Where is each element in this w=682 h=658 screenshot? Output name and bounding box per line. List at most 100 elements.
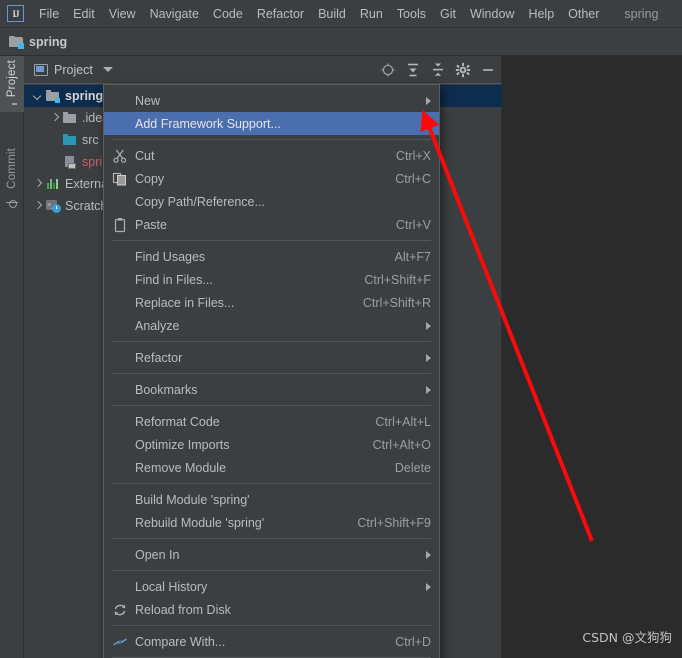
context-menu-item-shortcut: Ctrl+D (395, 634, 431, 649)
gear-icon[interactable] (455, 62, 471, 78)
hide-panel-icon[interactable] (480, 62, 496, 78)
collapse-all-icon[interactable] (430, 62, 446, 78)
menu-label: View (108, 6, 136, 21)
expand-all-icon[interactable] (405, 62, 421, 78)
breadcrumb-spring[interactable]: spring (9, 35, 67, 49)
context-menu-item[interactable]: Paste Ctrl+V (104, 213, 439, 236)
project-panel-actions (380, 56, 496, 84)
menu-item-icon-placeholder (112, 295, 128, 311)
menu-build[interactable]: Build (311, 4, 353, 24)
context-menu-item[interactable]: Find Usages Alt+F7 (104, 245, 439, 268)
menu-tools[interactable]: Tools (390, 4, 433, 24)
menu-label: Other (568, 6, 600, 21)
menu-code[interactable]: Code (206, 4, 250, 24)
context-menu-item[interactable]: Compare With... Ctrl+D (104, 630, 439, 653)
context-menu-item[interactable]: Local History (104, 575, 439, 598)
context-menu-item[interactable]: Reload from Disk (104, 598, 439, 621)
main-menu-bar: IJ File Edit View Navigate Code Refactor Build… (0, 0, 682, 28)
menu-label: Git (439, 6, 456, 21)
menu-separator (112, 240, 431, 241)
context-menu-item[interactable]: Optimize Imports Ctrl+Alt+O (104, 433, 439, 456)
menu-item-icon-placeholder (112, 272, 128, 288)
context-menu-item-shortcut: Delete (394, 460, 431, 475)
context-menu-item[interactable]: Cut Ctrl+X (104, 144, 439, 167)
select-opened-file-icon[interactable] (380, 62, 396, 78)
folder-icon (62, 111, 78, 125)
context-menu-item-label: New (135, 93, 161, 108)
context-menu-item[interactable]: Reformat Code Ctrl+Alt+L (104, 410, 439, 433)
context-menu-item[interactable]: Bookmarks (104, 378, 439, 401)
chevron-down-icon[interactable] (32, 91, 43, 102)
compare-icon (112, 634, 128, 650)
cut-scissors-icon (112, 148, 128, 164)
chevron-right-icon (426, 550, 431, 559)
context-menu-item-shortcut: Ctrl+Alt+O (372, 437, 431, 452)
menu-item-icon-placeholder (112, 460, 128, 476)
menu-item-icon-placeholder (112, 492, 128, 508)
context-menu-item-label: Find in Files... (135, 272, 213, 287)
context-menu-item-label: Bookmarks (135, 382, 198, 397)
context-menu-item-label: Open In (135, 547, 180, 562)
menu-label: Navigate (149, 6, 199, 21)
menu-help[interactable]: Help (521, 4, 561, 24)
chevron-right-icon[interactable] (32, 201, 43, 212)
context-menu-item[interactable]: Open In (104, 543, 439, 566)
context-menu-item[interactable]: Rebuild Module 'spring' Ctrl+Shift+F9 (104, 511, 439, 534)
external-libraries-icon (45, 177, 61, 191)
context-menu-item-label: Build Module 'spring' (135, 492, 250, 507)
menu-separator (112, 373, 431, 374)
context-menu-item-label: Find Usages (135, 249, 206, 264)
context-menu-item-label: Paste (135, 217, 167, 232)
menu-item-icon-placeholder (112, 547, 128, 563)
menu-refactor[interactable]: Refactor (250, 4, 311, 24)
context-menu-item-label: Add Framework Support... (135, 116, 281, 131)
watermark: CSDN @文狗狗 (582, 630, 672, 645)
chevron-right-icon (426, 385, 431, 394)
sidebar-item-commit[interactable]: Commit (0, 144, 24, 216)
menu-run[interactable]: Run (353, 4, 390, 24)
menu-file[interactable]: File (32, 4, 66, 24)
menu-item-icon-placeholder (112, 350, 128, 366)
menu-edit[interactable]: Edit (66, 4, 102, 24)
chevron-right-icon[interactable] (49, 113, 60, 124)
context-menu-item-label: Reload from Disk (135, 602, 231, 617)
context-menu-item[interactable]: Remove Module Delete (104, 456, 439, 479)
context-menu-item[interactable]: Refactor (104, 346, 439, 369)
context-menu-item[interactable]: Find in Files... Ctrl+Shift+F (104, 268, 439, 291)
menu-item-icon-placeholder (112, 116, 128, 132)
commit-icon (6, 197, 18, 209)
context-menu-item-label: Compare With... (135, 634, 226, 649)
scratches-icon (45, 199, 61, 213)
menu-view[interactable]: View (102, 4, 143, 24)
context-menu-item[interactable]: Build Module 'spring' (104, 488, 439, 511)
menu-window[interactable]: Window (463, 4, 521, 24)
menu-navigate[interactable]: Navigate (143, 4, 206, 24)
menu-other[interactable]: Other (561, 4, 606, 24)
context-menu-item[interactable]: Copy Ctrl+C (104, 167, 439, 190)
context-menu-item[interactable]: New (104, 89, 439, 112)
context-menu-item-shortcut: Ctrl+Shift+F (364, 272, 431, 287)
menu-git[interactable]: Git (433, 4, 463, 24)
module-badge-icon (18, 42, 24, 49)
sidebar-item-project[interactable]: Project (0, 56, 24, 113)
chevron-down-icon[interactable] (102, 67, 113, 72)
context-menu-item[interactable]: Analyze (104, 314, 439, 337)
chevron-right-icon[interactable] (32, 179, 43, 190)
context-menu-item-label: Cut (135, 148, 155, 163)
intellij-idea-window: IJ File Edit View Navigate Code Refactor Build… (0, 0, 682, 658)
context-menu-item-label: Replace in Files... (135, 295, 235, 310)
context-menu-item-label: Analyze (135, 318, 180, 333)
tree-node-label: src (82, 133, 99, 147)
menu-separator (112, 538, 431, 539)
context-menu-item[interactable]: Add Framework Support... (104, 112, 439, 135)
menu-label: Window (469, 6, 515, 21)
menu-separator (112, 570, 431, 571)
menu-item-icon-placeholder (112, 414, 128, 430)
module-badge-icon (55, 98, 60, 103)
chevron-right-icon (426, 96, 431, 105)
context-menu-item[interactable]: Copy Path/Reference... (104, 190, 439, 213)
context-menu-item-shortcut: Ctrl+Shift+F9 (357, 515, 431, 530)
context-menu-item[interactable]: Replace in Files... Ctrl+Shift+R (104, 291, 439, 314)
navigation-bar: spring (0, 28, 682, 56)
context-menu-item-shortcut: Ctrl+Shift+R (362, 295, 431, 310)
